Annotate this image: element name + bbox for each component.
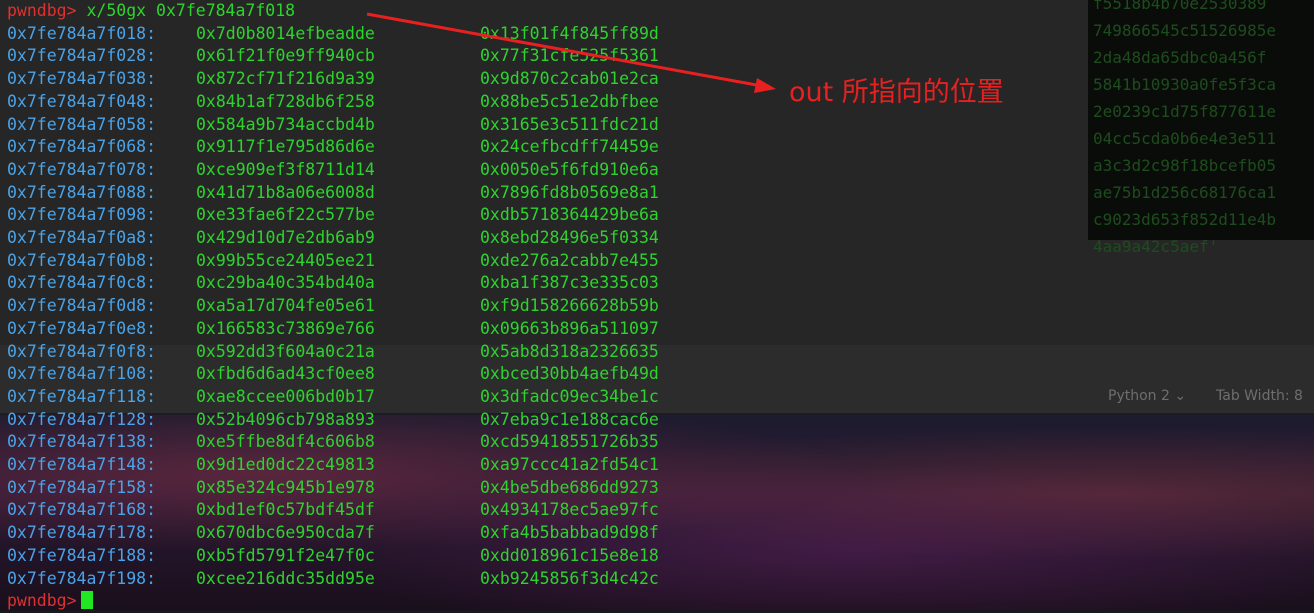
annotation-label: out 所指向的位置 — [789, 77, 1004, 108]
annotation-arrow — [366, 12, 776, 93]
